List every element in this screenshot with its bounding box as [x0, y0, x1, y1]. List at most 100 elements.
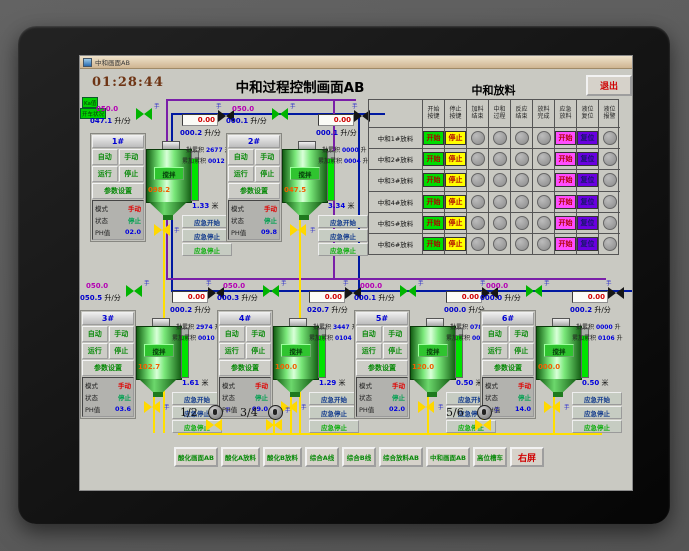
- run-button[interactable]: 运行: [219, 343, 245, 359]
- pump-valve[interactable]: [475, 418, 491, 432]
- manual-button[interactable]: 手动: [118, 149, 144, 165]
- feed-valve-a[interactable]: [126, 284, 142, 298]
- auto-button[interactable]: 自动: [219, 326, 245, 342]
- stop-button[interactable]: 停止: [254, 166, 280, 182]
- emergency-stop-button[interactable]: 应急停止: [318, 229, 368, 242]
- flow2-setpoint-box[interactable]: 0.00: [446, 291, 482, 303]
- manual-button[interactable]: 手动: [382, 326, 408, 342]
- nav-acidify-a-discharge[interactable]: 酸化A放料: [221, 447, 261, 467]
- emergency-discharge-button[interactable]: 开始: [555, 152, 576, 167]
- agitator-button[interactable]: 搅拌: [544, 344, 574, 357]
- start-button[interactable]: 开始: [423, 173, 444, 188]
- feed-valve-b[interactable]: [608, 286, 624, 300]
- discharge-valve[interactable]: [290, 223, 306, 237]
- discharge-valve[interactable]: [144, 400, 160, 414]
- discharge-valve[interactable]: [544, 400, 560, 414]
- emergency-start-button[interactable]: 应急开始: [309, 392, 359, 405]
- run-button[interactable]: 运行: [356, 343, 382, 359]
- nav-combined-b-line[interactable]: 综合B线: [342, 447, 376, 467]
- emergency-start-button[interactable]: 应急开始: [182, 215, 232, 228]
- level-reset-button[interactable]: 复位: [577, 131, 598, 146]
- nav-high-tank[interactable]: 高位槽车: [473, 447, 507, 467]
- param-settings-button[interactable]: 参数设置: [228, 183, 280, 199]
- param-settings-button[interactable]: 参数设置: [219, 360, 271, 376]
- emergency-stop-button[interactable]: 应急停止: [572, 406, 622, 419]
- start-button[interactable]: 开始: [423, 215, 444, 230]
- stop-button[interactable]: 停止: [445, 236, 466, 251]
- flow2-setpoint-box[interactable]: 0.00: [182, 114, 218, 126]
- emergency-stop-button-2[interactable]: 应急停止: [318, 243, 368, 256]
- stop-button[interactable]: 停止: [445, 131, 466, 146]
- param-settings-button[interactable]: 参数设置: [92, 183, 144, 199]
- pump-valve[interactable]: [206, 418, 222, 432]
- emergency-discharge-button[interactable]: 开始: [555, 194, 576, 209]
- emergency-stop-button-2[interactable]: 应急停止: [572, 420, 622, 433]
- auto-button[interactable]: 自动: [356, 326, 382, 342]
- flow2-setpoint-box[interactable]: 0.00: [572, 291, 608, 303]
- stop-button[interactable]: 停止: [382, 343, 408, 359]
- level-reset-button[interactable]: 复位: [577, 236, 598, 251]
- exit-button[interactable]: 退出: [586, 75, 632, 96]
- pump-valve[interactable]: [266, 418, 282, 432]
- level-reset-button[interactable]: 复位: [577, 173, 598, 188]
- emergency-discharge-button[interactable]: 开始: [555, 215, 576, 230]
- emergency-stop-button-2[interactable]: 应急停止: [309, 420, 359, 433]
- stop-button[interactable]: 停止: [118, 166, 144, 182]
- emergency-stop-button[interactable]: 应急停止: [309, 406, 359, 419]
- flow2-setpoint-box[interactable]: 0.00: [318, 114, 354, 126]
- feed-valve-a[interactable]: [136, 107, 152, 121]
- auto-button[interactable]: 自动: [92, 149, 118, 165]
- agitator-button[interactable]: 搅拌: [281, 344, 311, 357]
- run-button[interactable]: 运行: [482, 343, 508, 359]
- feed-valve-a[interactable]: [263, 284, 279, 298]
- stop-button[interactable]: 停止: [245, 343, 271, 359]
- start-button[interactable]: 开始: [423, 236, 444, 251]
- nav-neutralize-screen-ab[interactable]: 中和画面AB: [426, 447, 470, 467]
- level-reset-button[interactable]: 复位: [577, 215, 598, 230]
- run-button[interactable]: 运行: [228, 166, 254, 182]
- feed-valve-a[interactable]: [526, 284, 542, 298]
- flow2-setpoint-box[interactable]: 0.00: [172, 291, 208, 303]
- run-button[interactable]: 运行: [82, 343, 108, 359]
- emergency-stop-button-2[interactable]: 应急停止: [182, 243, 232, 256]
- stop-button[interactable]: 停止: [445, 173, 466, 188]
- auto-button[interactable]: 自动: [482, 326, 508, 342]
- manual-button[interactable]: 手动: [254, 149, 280, 165]
- param-settings-button[interactable]: 参数设置: [482, 360, 534, 376]
- level-reset-button[interactable]: 复位: [577, 194, 598, 209]
- emergency-stop-button[interactable]: 应急停止: [182, 229, 232, 242]
- agitator-button[interactable]: 搅拌: [144, 344, 174, 357]
- stop-button[interactable]: 停止: [108, 343, 134, 359]
- agitator-button[interactable]: 搅拌: [290, 167, 320, 180]
- flow2-setpoint-box[interactable]: 0.00: [309, 291, 345, 303]
- auto-button[interactable]: 自动: [82, 326, 108, 342]
- agitator-button[interactable]: 搅拌: [418, 344, 448, 357]
- auto-button[interactable]: 自动: [228, 149, 254, 165]
- discharge-valve[interactable]: [154, 223, 170, 237]
- stop-button[interactable]: 停止: [445, 152, 466, 167]
- nav-right-screen[interactable]: 右屏: [510, 447, 544, 467]
- nav-acidify-b-discharge[interactable]: 酸化B放料: [263, 447, 302, 467]
- emergency-start-button[interactable]: 应急开始: [172, 392, 222, 405]
- start-button[interactable]: 开始: [423, 152, 444, 167]
- manual-button[interactable]: 手动: [508, 326, 534, 342]
- stop-button[interactable]: 停止: [445, 215, 466, 230]
- param-settings-button[interactable]: 参数设置: [356, 360, 408, 376]
- manual-button[interactable]: 手动: [245, 326, 271, 342]
- stop-button[interactable]: 停止: [508, 343, 534, 359]
- agitator-button[interactable]: 搅拌: [154, 167, 184, 180]
- start-button[interactable]: 开始: [423, 194, 444, 209]
- nav-combined-a-line[interactable]: 综合A线: [305, 447, 339, 467]
- start-button[interactable]: 开始: [423, 131, 444, 146]
- emergency-discharge-button[interactable]: 开始: [555, 173, 576, 188]
- discharge-valve[interactable]: [418, 400, 434, 414]
- emergency-start-button[interactable]: 应急开始: [318, 215, 368, 228]
- param-settings-button[interactable]: 参数设置: [82, 360, 134, 376]
- emergency-discharge-button[interactable]: 开始: [555, 236, 576, 251]
- run-button[interactable]: 运行: [92, 166, 118, 182]
- nav-combined-discharge-ab[interactable]: 综合放料AB: [379, 447, 423, 467]
- nav-acidify-screen-ab[interactable]: 酸化画面AB: [174, 447, 218, 467]
- level-reset-button[interactable]: 复位: [577, 152, 598, 167]
- feed-valve-a[interactable]: [272, 107, 288, 121]
- feed-valve-a[interactable]: [400, 284, 416, 298]
